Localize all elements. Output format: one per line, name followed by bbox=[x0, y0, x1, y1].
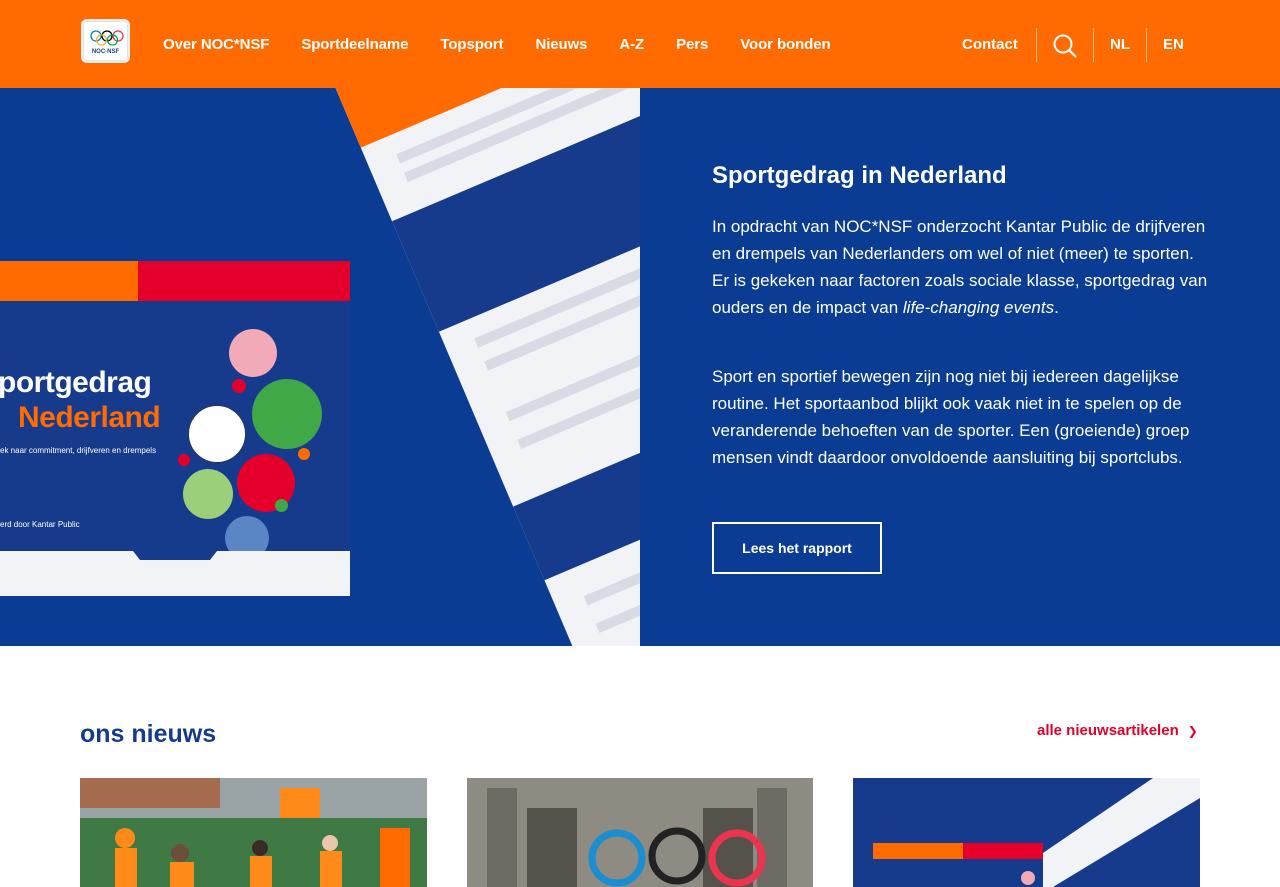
hero-paragraph-2: Sport en sportief bewegen zijn nog niet … bbox=[712, 367, 1190, 467]
cover-subtitle: ek naar commitment, drijfveren en drempe… bbox=[0, 446, 157, 455]
noc-nsf-logo[interactable]: NOC·NSF bbox=[81, 19, 130, 63]
header-divider bbox=[1036, 28, 1037, 62]
search-icon[interactable] bbox=[1052, 33, 1078, 59]
news-section-title: ons nieuws bbox=[80, 720, 217, 748]
header-divider bbox=[1093, 28, 1094, 62]
hero-paragraph-1: In opdracht van NOC*NSF onderzocht Kanta… bbox=[712, 217, 1208, 317]
news-card-2[interactable] bbox=[467, 778, 813, 887]
hero-title: Sportgedrag in Nederland bbox=[712, 162, 1007, 189]
cover-title-2: Nederland bbox=[18, 401, 161, 434]
read-report-button[interactable]: Lees het rapport bbox=[712, 522, 882, 574]
all-news-label: alle nieuwsartikelen bbox=[1037, 722, 1179, 739]
language-nl[interactable]: NL bbox=[1110, 36, 1130, 53]
language-en[interactable]: EN bbox=[1163, 36, 1184, 53]
news-image-report bbox=[853, 778, 1200, 887]
news-image-sports-field bbox=[80, 778, 427, 887]
nav-item-voor-bonden[interactable]: Voor bonden bbox=[740, 36, 830, 53]
report-fold-graphic bbox=[310, 88, 640, 646]
contact-link[interactable]: Contact bbox=[962, 36, 1018, 53]
news-card-1[interactable] bbox=[80, 778, 427, 887]
nav-item-nieuws[interactable]: Nieuws bbox=[535, 36, 587, 53]
nav-item-over[interactable]: Over NOC*NSF bbox=[163, 36, 269, 53]
report-cover: portgedrag Nederland ek naar commitment,… bbox=[0, 261, 350, 596]
hero-section: portgedrag Nederland ek naar commitment,… bbox=[0, 88, 1280, 646]
nav-item-a-z[interactable]: A-Z bbox=[619, 36, 644, 53]
chevron-right-icon: ❯ bbox=[1187, 724, 1198, 738]
report-cover-image: portgedrag Nederland ek naar commitment,… bbox=[0, 88, 640, 646]
main-nav: Over NOC*NSF Sportdeelname Topsport Nieu… bbox=[163, 0, 863, 88]
nav-item-topsport[interactable]: Topsport bbox=[440, 36, 503, 53]
header-divider bbox=[1146, 28, 1147, 62]
hero-emphasis: life-changing events bbox=[902, 298, 1055, 317]
cover-title: portgedrag bbox=[0, 366, 152, 399]
olympic-rings-icon bbox=[90, 30, 124, 46]
site-header: NOC·NSF Over NOC*NSF Sportdeelname Topsp… bbox=[0, 0, 1280, 88]
news-image-olympic-rings bbox=[467, 778, 813, 887]
cover-footer: erd door Kantar Public bbox=[0, 520, 80, 529]
nav-item-pers[interactable]: Pers bbox=[676, 36, 708, 53]
logo-text: NOC·NSF bbox=[91, 49, 120, 55]
cover-fold-edge bbox=[0, 551, 350, 596]
all-news-link[interactable]: alle nieuwsartikelen ❯ bbox=[1037, 722, 1198, 739]
news-card-3[interactable] bbox=[853, 778, 1200, 887]
nav-item-sportdeelname[interactable]: Sportdeelname bbox=[301, 36, 408, 53]
